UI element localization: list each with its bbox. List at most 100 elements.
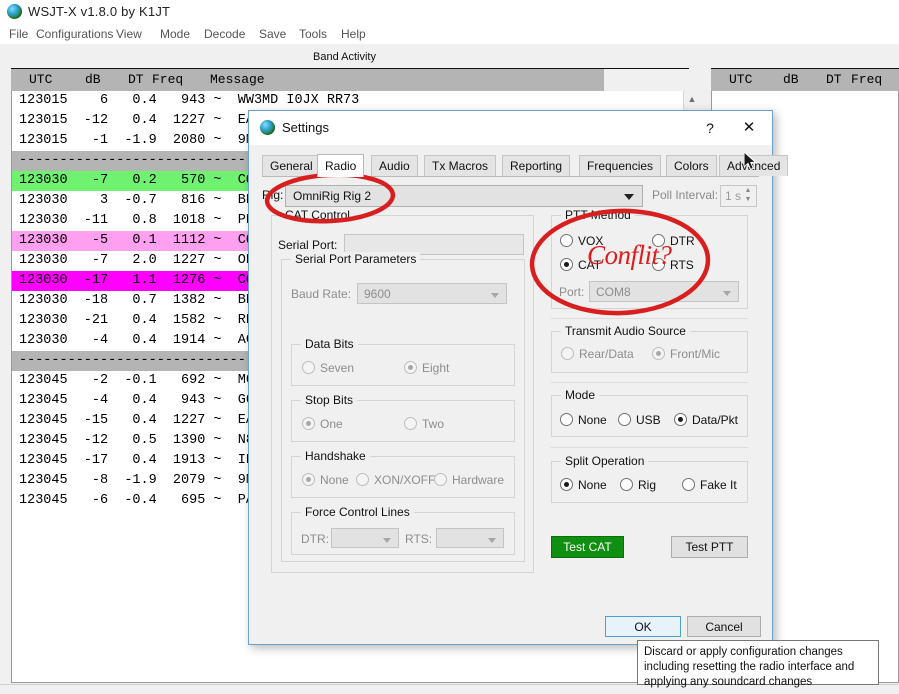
baud-rate-select[interactable]: 9600 [357, 283, 507, 304]
cat-control-title: CAT Control [281, 208, 354, 222]
mouse-cursor-icon [744, 152, 757, 171]
radio-dot [620, 478, 633, 491]
menu-save[interactable]: Save [255, 26, 290, 42]
radio-handshake-hardware[interactable]: Hardware [434, 473, 504, 487]
radio-mode-data-pkt[interactable]: Data/Pkt [674, 413, 738, 427]
radio-dot [560, 234, 573, 247]
divider [551, 382, 748, 383]
radio-label: Rear/Data [579, 347, 634, 361]
radio-split-none[interactable]: None [560, 478, 607, 492]
radio-data-bits-eight[interactable]: Eight [404, 361, 449, 375]
handshake-title: Handshake [301, 449, 370, 463]
menu-help[interactable]: Help [337, 26, 370, 42]
rx-frequency-header: UTC dB DT Freq [711, 69, 899, 91]
table-row[interactable]: 123015 6 0.4 943 ~ WW3MD I0JX RR73 [12, 91, 688, 111]
radio-label: Two [422, 417, 445, 431]
menu-decode[interactable]: Decode [200, 26, 249, 42]
chevron-down-icon [491, 293, 499, 298]
baud-rate-value: 9600 [364, 287, 391, 301]
rig-row: Rig: OmniRig Rig 2 Poll Interval: 1 s ▲ … [262, 185, 762, 207]
serial-port-label: Serial Port: [278, 238, 338, 252]
rig-select-value: OmniRig Rig 2 [293, 189, 372, 203]
tab-radio[interactable]: Radio [317, 154, 365, 177]
radio-handshake-xonxoff[interactable]: XON/XOFF [356, 473, 435, 487]
radio-label: One [320, 417, 343, 431]
radio-label: Eight [422, 361, 450, 375]
radio-label: None [578, 478, 607, 492]
radio-stop-bits-one[interactable]: One [302, 417, 343, 431]
menu-file[interactable]: File [5, 26, 32, 42]
menu-tools[interactable]: Tools [295, 26, 331, 42]
tab-general[interactable]: General [262, 155, 321, 176]
poll-interval-stepper[interactable]: 1 s ▲ ▼ [720, 185, 757, 207]
close-icon[interactable]: ✕ [738, 117, 760, 139]
chevron-up-icon[interactable]: ▲ [684, 91, 700, 107]
cancel-button[interactable]: Cancel [687, 616, 761, 637]
split-operation-title: Split Operation [561, 454, 649, 468]
chevron-down-icon [488, 538, 496, 543]
spinner-up-icon[interactable]: ▲ [742, 187, 754, 195]
radio-label: Fake It [700, 478, 737, 492]
radio-dot [652, 347, 665, 360]
radio-dot [404, 417, 417, 430]
radio-label: None [578, 413, 607, 427]
poll-interval-label: Poll Interval: [652, 188, 719, 202]
radio-label: Front/Mic [670, 347, 721, 361]
annotation-text: Conflit? [587, 240, 672, 270]
ok-button[interactable]: OK [605, 616, 681, 637]
help-icon[interactable]: ? [699, 117, 721, 139]
menu-configurations[interactable]: Configurations [32, 26, 117, 42]
rig-select[interactable]: OmniRig Rig 2 [285, 185, 643, 207]
tab-tx-macros[interactable]: Tx Macros [424, 155, 497, 176]
test-cat-button[interactable]: Test CAT [551, 536, 624, 558]
spinner-down-icon[interactable]: ▼ [742, 196, 754, 204]
radio-dot [682, 478, 695, 491]
ptt-port-select[interactable]: COM8 [589, 281, 739, 302]
tab-reporting[interactable]: Reporting [502, 155, 571, 176]
ptt-method-title: PTT Method [561, 208, 635, 222]
force-control-lines-title: Force Control Lines [301, 505, 414, 519]
baud-rate-label: Baud Rate: [291, 287, 352, 301]
chevron-down-icon [723, 291, 731, 296]
radio-dot [356, 473, 369, 486]
dtr-select[interactable] [331, 528, 399, 548]
rx-col-dt: DT [826, 72, 842, 87]
rts-select[interactable] [436, 528, 504, 548]
col-freq: Freq [152, 72, 184, 87]
tab-colors[interactable]: Colors [666, 155, 717, 176]
radio-handshake-none[interactable]: None [302, 473, 349, 487]
tab-frequencies[interactable]: Frequencies [579, 155, 662, 176]
radio-stop-bits-two[interactable]: Two [404, 417, 444, 431]
rig-label: Rig: [262, 188, 284, 202]
radio-dot [560, 258, 573, 271]
radio-dot [618, 413, 631, 426]
main-titlebar: WSJT-X v1.8.0 by K1JT [0, 0, 899, 24]
radio-label: USB [636, 413, 661, 427]
radio-mode-usb[interactable]: USB [618, 413, 661, 427]
tab-audio[interactable]: Audio [371, 155, 418, 176]
col-dt: DT [128, 72, 144, 87]
radio-data-bits-seven[interactable]: Seven [302, 361, 354, 375]
radio-dot [302, 473, 315, 486]
radio-audio-front-mic[interactable]: Front/Mic [652, 347, 720, 361]
test-ptt-button[interactable]: Test PTT [671, 536, 748, 558]
menubar: File Configurations View Mode Decode Sav… [0, 24, 899, 44]
menu-mode[interactable]: Mode [156, 26, 194, 42]
rx-col-freq: Freq [851, 72, 883, 87]
radio-label: RTS [670, 258, 694, 272]
radio-dot [561, 347, 574, 360]
radio-split-rig[interactable]: Rig [620, 478, 656, 492]
radio-mode-none[interactable]: None [560, 413, 607, 427]
radio-label: Rig [638, 478, 657, 492]
app-title: WSJT-X v1.8.0 by K1JT [28, 4, 171, 19]
menu-view[interactable]: View [112, 26, 146, 42]
mode-title: Mode [561, 388, 600, 402]
settings-titlebar: Settings [249, 111, 772, 145]
radio-label: Data/Pkt [692, 413, 739, 427]
radio-audio-rear-data[interactable]: Rear/Data [561, 347, 634, 361]
radio-dot [560, 478, 573, 491]
radio-split-fake-it[interactable]: Fake It [682, 478, 737, 492]
radio-dot [560, 413, 573, 426]
col-message: Message [210, 72, 265, 87]
serial-port-parameters-title: Serial Port Parameters [291, 252, 421, 266]
